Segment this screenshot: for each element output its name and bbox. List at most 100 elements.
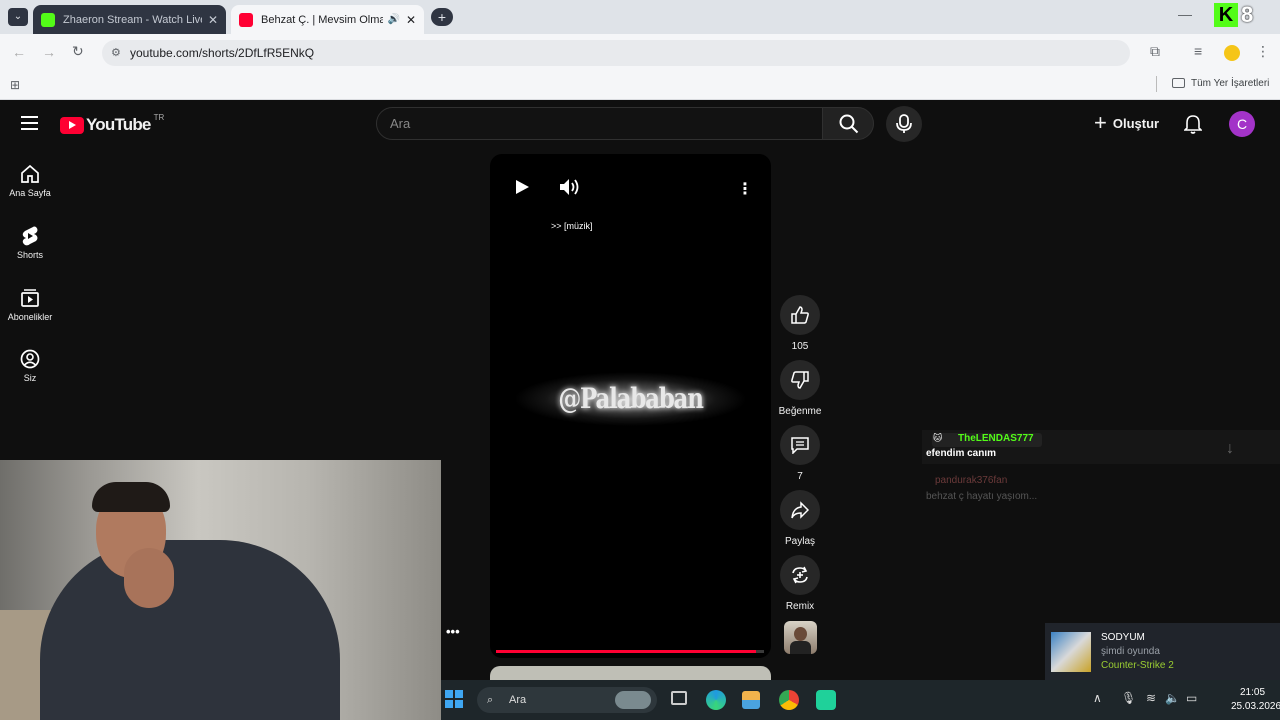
create-button[interactable]: + Oluştur [1094, 112, 1159, 134]
like-count: 105 [791, 341, 809, 352]
search-button[interactable] [822, 107, 874, 140]
sound-thumbnail[interactable] [784, 621, 817, 654]
video-progress-fill [496, 650, 756, 653]
video-progress-bar[interactable] [496, 650, 764, 653]
dislike-button[interactable]: Beğenme [776, 360, 824, 417]
site-info-icon[interactable]: ⚙ [111, 40, 121, 66]
shorts-video-player[interactable]: ⋮ >> [müzik] @Palababan [490, 154, 771, 658]
minimize-icon[interactable]: — [1178, 6, 1192, 22]
hamburger-menu-icon[interactable] [21, 116, 38, 130]
new-tab-icon[interactable]: + [431, 8, 453, 26]
friend-game: Counter-Strike 2 [1101, 660, 1174, 671]
sidebar-item-label: Shorts [16, 250, 43, 260]
browser-tabbar: ⌄ Zhaeron Stream - Watch Live on Kick ✕ … [0, 0, 1280, 34]
show-hidden-icons-chevron[interactable]: ∧ [1093, 691, 1102, 705]
reload-icon[interactable]: ↻ [72, 43, 84, 60]
chat-username: TheLENDAS777 [958, 433, 1034, 444]
youtube-favicon-icon [239, 12, 253, 27]
volume-icon[interactable]: 🔈 [1165, 691, 1180, 705]
tab-title: Zhaeron Stream - Watch Live on Kick [63, 13, 202, 26]
kick-overlay-count: 8 [1241, 2, 1254, 27]
tab-title: Behzat Ç. | Mevsim Olmayan Ülke [261, 13, 384, 26]
friend-name: SODYUM [1101, 632, 1145, 643]
shorts-icon [22, 226, 38, 246]
video-watermark: @Palababan [558, 382, 704, 415]
address-bar[interactable]: ⚙ youtube.com/shorts/2DfLfR5ENkQ [102, 40, 1130, 66]
chrome-browser-icon[interactable] [779, 690, 799, 710]
sidebar-item-home[interactable]: Ana Sayfa [0, 164, 60, 198]
profile-extension-icon[interactable] [1224, 45, 1240, 61]
webcam-person-hair [92, 482, 170, 512]
forward-icon[interactable]: → [42, 44, 56, 60]
subscriptions-icon [21, 289, 39, 307]
task-view-icon[interactable] [671, 691, 687, 705]
microsoft-store-icon[interactable] [742, 691, 760, 709]
apps-grid-icon[interactable]: ⊞ [10, 78, 20, 92]
wifi-icon[interactable]: ≋ [1146, 691, 1156, 705]
clock-time[interactable]: 21:05 [1240, 687, 1265, 698]
tab-kick-stream[interactable]: Zhaeron Stream - Watch Live on Kick ✕ [33, 5, 226, 34]
share-icon [791, 501, 809, 519]
close-icon[interactable]: ✕ [406, 13, 416, 27]
search-placeholder: Ara [390, 116, 411, 131]
chat-message-text: behzat ç hayatı yaşıom... [926, 491, 1038, 502]
tab-youtube-short[interactable]: Behzat Ç. | Mevsim Olmayan Ülke 🔊 ✕ [231, 5, 424, 34]
edge-browser-icon[interactable] [706, 690, 726, 710]
share-button[interactable]: Paylaş [777, 490, 823, 547]
share-label: Paylaş [784, 536, 815, 547]
search-icon [839, 114, 859, 134]
folder-icon [1172, 78, 1185, 88]
friend-avatar [1051, 632, 1091, 672]
search-icon: ⌕ [487, 694, 494, 706]
stream-chat-overlay: 🐱 TheLENDAS777 efendim canım ↓ pandurak3… [922, 430, 1280, 510]
sidebar-item-shorts[interactable]: Shorts [0, 226, 60, 260]
media-controls-icon[interactable]: ≡ [1194, 43, 1202, 59]
scroll-down-arrow-icon[interactable]: ↓ [1226, 440, 1234, 458]
thumbnail-body [790, 641, 811, 654]
sidebar-item-subscriptions[interactable]: Abonelikler [0, 288, 60, 322]
thumbs-down-icon [791, 371, 809, 389]
extensions-icon[interactable]: ⧉ [1150, 43, 1160, 60]
remix-button[interactable]: Remix [777, 555, 823, 612]
comment-icon [791, 437, 809, 454]
start-menu-icon[interactable] [445, 690, 463, 708]
clock-date[interactable]: 25.03.2026 [1231, 701, 1280, 712]
next-short-preview[interactable] [490, 666, 771, 680]
divider [1156, 76, 1157, 92]
avatar[interactable]: C [1229, 111, 1255, 137]
search-highlight-image [615, 691, 651, 709]
volume-icon[interactable] [559, 178, 581, 196]
microphone-icon[interactable]: 🎙 [1121, 691, 1136, 705]
taskbar-search-box[interactable]: ⌕ Ara [477, 687, 657, 713]
kick-logo-icon: K [1214, 3, 1238, 27]
voice-search-button[interactable] [886, 106, 922, 142]
tab-search-chevron-icon[interactable]: ⌄ [8, 8, 28, 26]
more-options-icon[interactable]: ⋮ [737, 179, 753, 199]
windows-taskbar: ⌕ Ara ∧ 🎙 ≋ 🔈 ▭ 21:05 25.03.2026 [441, 680, 1280, 720]
taskbar-search-label: Ara [509, 694, 527, 706]
all-bookmarks-label[interactable]: Tüm Yer İşaretleri [1191, 78, 1269, 89]
app-icon[interactable] [816, 690, 836, 710]
search-input[interactable]: Ara [376, 107, 823, 140]
region-code: TR [153, 112, 165, 122]
audio-playing-icon[interactable]: 🔊 [387, 14, 399, 25]
overlay-more-icon[interactable]: ••• [446, 624, 460, 639]
plus-icon: + [1094, 110, 1107, 135]
remix-label: Remix [785, 601, 815, 612]
close-icon[interactable]: ✕ [208, 13, 218, 27]
battery-icon[interactable]: ▭ [1186, 691, 1197, 705]
youtube-logo[interactable]: YouTube TR [60, 112, 165, 135]
webcam-person-hand [124, 548, 174, 608]
chat-username: pandurak376fan [935, 475, 1008, 486]
account-icon [20, 349, 40, 369]
sidebar-item-you[interactable]: Siz [0, 349, 60, 383]
menu-dots-icon[interactable]: ⋮ [1256, 43, 1270, 60]
play-icon[interactable] [516, 180, 529, 194]
sidebar-item-label: Ana Sayfa [9, 188, 51, 198]
steam-friend-notification[interactable]: SODYUM şimdi oyunda Counter-Strike 2 [1045, 623, 1280, 680]
notifications-bell-icon[interactable] [1184, 114, 1202, 134]
like-button[interactable]: 105 [777, 295, 823, 352]
dislike-label: Beğenme [778, 406, 822, 417]
comments-button[interactable]: 7 [777, 425, 823, 482]
back-icon[interactable]: ← [12, 44, 26, 60]
